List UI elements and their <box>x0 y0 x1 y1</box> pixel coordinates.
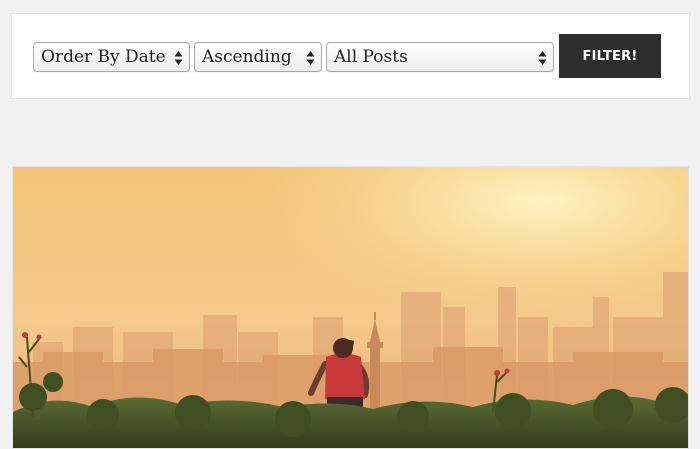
select-arrows-icon <box>306 51 315 65</box>
order-by-select-value: Order By Date <box>41 47 166 67</box>
filter-submit-button[interactable]: FILTER! <box>559 34 661 78</box>
runner-city-sunrise-image <box>13 167 688 448</box>
sort-direction-select[interactable]: Ascending <box>194 42 322 72</box>
select-arrows-icon <box>538 51 547 65</box>
select-arrows-icon <box>174 51 183 65</box>
post-filter-bar: Order By Date Ascending All Posts FILTER… <box>11 13 690 99</box>
featured-post-image[interactable] <box>12 166 689 449</box>
post-type-select[interactable]: All Posts <box>326 42 554 72</box>
sort-direction-select-value: Ascending <box>202 47 292 67</box>
order-by-select[interactable]: Order By Date <box>33 42 190 72</box>
post-type-select-value: All Posts <box>334 47 408 67</box>
